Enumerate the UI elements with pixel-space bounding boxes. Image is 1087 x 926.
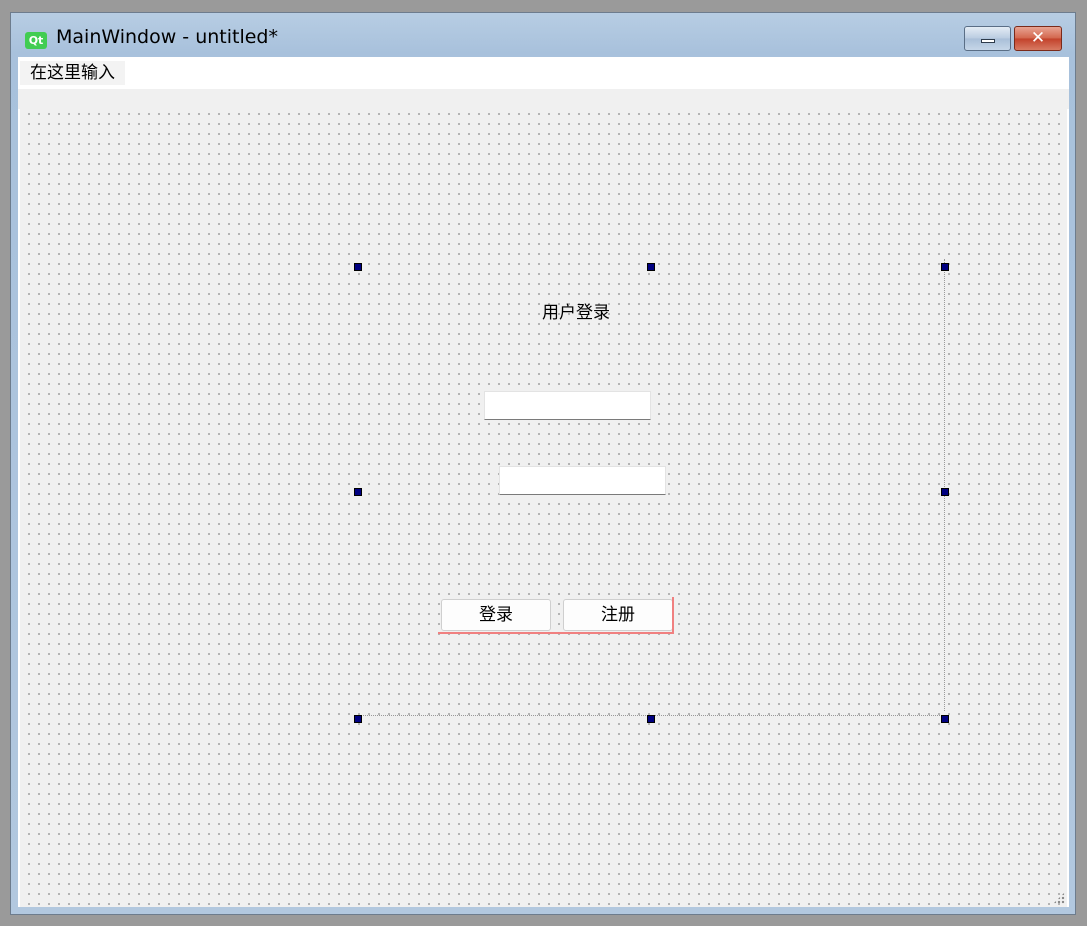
title-bar[interactable]: Qt MainWindow - untitled* ✕ (11, 13, 1075, 58)
qt-logo-icon: Qt (25, 32, 47, 49)
selection-handle-bottom-left[interactable] (354, 715, 362, 723)
selection-handle-bottom-right[interactable] (941, 715, 949, 723)
login-title-label: 用户登录 (542, 303, 610, 323)
main-window: Qt MainWindow - untitled* ✕ 在这里输入 用户登录 登… (10, 12, 1076, 915)
login-button[interactable]: 登录 (441, 599, 551, 631)
password-input[interactable] (499, 466, 666, 495)
minimize-button[interactable] (964, 26, 1011, 51)
horizontal-layout-marker-bottom (438, 632, 674, 634)
selection-handle-top-left[interactable] (354, 263, 362, 271)
central-widget: 在这里输入 用户登录 登录 注册 (18, 57, 1069, 907)
selection-handle-bottom-center[interactable] (647, 715, 655, 723)
left-border (18, 109, 20, 907)
close-icon: ✕ (1030, 28, 1046, 48)
menu-bar: 在这里输入 (18, 57, 1069, 90)
minimize-icon (981, 39, 995, 43)
close-button[interactable]: ✕ (1014, 26, 1062, 51)
menu-item-type-here[interactable]: 在这里输入 (20, 61, 125, 85)
selection-outline-right (944, 259, 945, 711)
selection-handle-middle-left[interactable] (354, 488, 362, 496)
selection-handle-middle-right[interactable] (941, 488, 949, 496)
selection-handle-top-center[interactable] (647, 263, 655, 271)
horizontal-layout-marker-right (672, 597, 674, 634)
right-border (1067, 109, 1069, 907)
register-button[interactable]: 注册 (563, 599, 673, 631)
menubar-divider (18, 90, 1069, 109)
window-title: MainWindow - untitled* (56, 26, 278, 48)
resize-grip-icon[interactable] (1053, 892, 1065, 904)
username-input[interactable] (484, 391, 651, 420)
selection-handle-top-right[interactable] (941, 263, 949, 271)
